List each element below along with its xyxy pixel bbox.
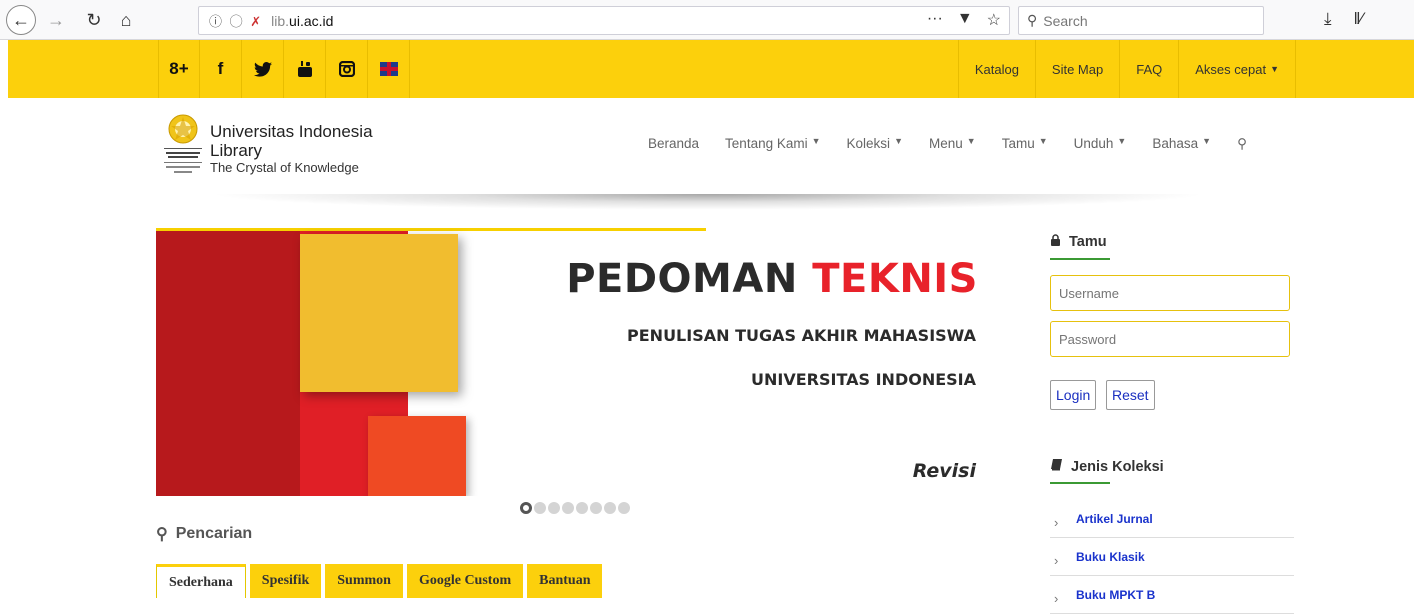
top-utility-bar: 8+ f Katalog Site Map FAQ Akses cepat ▼ [8,40,1414,98]
page-actions-icon[interactable]: ··· [927,10,943,30]
reload-icon: ↻ [86,9,102,30]
download-icon[interactable]: ⤓ [1324,9,1332,29]
password-field[interactable] [1050,321,1290,357]
caret-down-icon: ▼ [1270,64,1279,74]
tab-sederhana[interactable]: Sederhana [156,564,246,598]
caret-down-icon: ▼ [1117,136,1127,146]
login-heading-underline [1050,258,1110,260]
banner-subtitle: PENULISAN TUGAS AKHIR MAHASISWA [627,326,976,345]
banner-title: PEDOMAN TEKNIS [566,256,978,302]
slider-dot[interactable] [548,502,560,514]
english-flag-icon[interactable] [368,40,410,98]
site-tagline: The Crystal of Knowledge [210,160,359,175]
slider-dot[interactable] [534,502,546,514]
caret-down-icon: ▼ [894,136,903,146]
banner-orange-square [368,416,466,496]
login-heading: Tamu [1050,234,1107,250]
forward-button[interactable]: → [44,6,68,34]
caret-down-icon: ▼ [1038,136,1048,146]
collections-list: › Artikel Jurnal › Buku Klasik › Buku MPKT … [1050,500,1294,614]
tab-google-custom[interactable]: Google Custom [406,564,524,598]
reload-button[interactable]: ↻ [82,6,106,34]
banner-subtitle-university: UNIVERSITAS INDONESIA [751,370,976,389]
collections-heading-underline [1050,482,1110,484]
instagram-icon[interactable] [326,40,368,98]
browser-toolbar: ← → ↻ ⌂ ⓘ ◯ ✗ lib.ui.ac.id ··· ▼ ☆ ⚲ Sea… [0,0,1414,40]
facebook-icon[interactable]: f [200,40,242,98]
slider-dot[interactable] [618,502,630,514]
faq-link[interactable]: FAQ [1119,40,1178,98]
chevron-right-icon: › [1054,515,1059,530]
ui-logo[interactable] [162,112,204,178]
nav-koleksi[interactable]: Koleksi ▼ [847,136,903,152]
tab-summon[interactable]: Summon [325,564,403,598]
chevron-right-icon: › [1054,553,1059,568]
youtube-icon[interactable] [284,40,326,98]
username-field[interactable] [1050,275,1290,311]
search-icon[interactable]: ⚲ [1237,136,1247,152]
banner-yellow-square [300,234,458,392]
slider-dots [520,502,630,514]
home-icon: ⌂ [120,9,132,30]
url-bar[interactable]: ⓘ ◯ ✗ lib.ui.ac.id ··· ▼ ☆ [198,6,1010,35]
banner-red-block [156,231,300,496]
url-text: lib.ui.ac.id [271,12,334,29]
slider-dot[interactable] [562,502,574,514]
nav-unduh[interactable]: Unduh ▼ [1074,136,1127,152]
site-info-icon[interactable]: ⓘ ◯ ✗ [209,11,263,30]
collection-item-buku-mpkt-b[interactable]: › Buku MPKT B [1050,576,1294,614]
slider-dot[interactable] [520,502,532,514]
hero-banner[interactable]: PEDOMAN TEKNIS PENULISAN TUGAS AKHIR MAH… [156,228,986,496]
library-icon[interactable]: ‖⁄ [1354,9,1364,29]
collection-item-artikel-jurnal[interactable]: › Artikel Jurnal [1050,500,1294,538]
lock-icon [1050,234,1061,250]
login-button[interactable]: Login [1050,380,1097,410]
caret-down-icon: ▼ [811,136,821,146]
collections-heading: Jenis Koleksi [1050,458,1164,475]
site-map-link[interactable]: Site Map [1034,40,1119,98]
chevron-right-icon: › [1054,591,1059,606]
search-icon: ⚲ [156,526,168,543]
home-button[interactable]: ⌂ [114,6,138,34]
site-title[interactable]: Universitas Indonesia Library [210,122,373,160]
nav-tentang-kami[interactable]: Tentang Kami ▼ [725,136,820,152]
nav-menu[interactable]: Menu ▼ [929,136,976,152]
nav-tamu[interactable]: Tamu ▼ [1002,136,1048,152]
nav-beranda[interactable]: Beranda [648,136,699,152]
main-navigation: Beranda Tentang Kami ▼ Koleksi ▼ Menu ▼ Tam… [648,136,1247,152]
google-plus-icon[interactable]: 8+ [158,40,200,98]
reset-button[interactable]: Reset [1106,380,1155,410]
social-links: 8+ f [158,40,410,98]
nav-bahasa[interactable]: Bahasa ▼ [1152,136,1211,152]
tab-bantuan[interactable]: Bantuan [527,564,603,598]
search-tabs: Sederhana Spesifik Summon Google Custom … [156,564,603,598]
akses-cepat-dropdown[interactable]: Akses cepat ▼ [1178,40,1296,98]
bookmark-star-icon[interactable]: ☆ [987,10,1001,30]
search-section-heading: ⚲ Pencarian [156,525,253,543]
katalog-link[interactable]: Katalog [957,40,1035,98]
slider-dot[interactable] [590,502,602,514]
back-button[interactable]: ← [6,5,36,35]
browser-search-input[interactable]: ⚲ Search [1018,6,1264,35]
caret-down-icon: ▼ [966,136,976,146]
search-icon: ⚲ [1027,12,1038,28]
back-arrow-icon: ← [12,9,30,30]
tab-spesifik[interactable]: Spesifik [249,564,322,598]
pocket-icon[interactable]: ▼ [957,10,973,30]
collection-item-buku-klasik[interactable]: › Buku Klasik [1050,538,1294,576]
book-icon [1050,458,1063,475]
twitter-icon[interactable] [242,40,284,98]
slider-dot[interactable] [576,502,588,514]
forward-arrow-icon: → [47,9,65,30]
caret-down-icon: ▼ [1202,136,1212,146]
slider-dot[interactable] [604,502,616,514]
header-divider [208,194,1208,210]
banner-revision: Revisi [912,460,976,482]
